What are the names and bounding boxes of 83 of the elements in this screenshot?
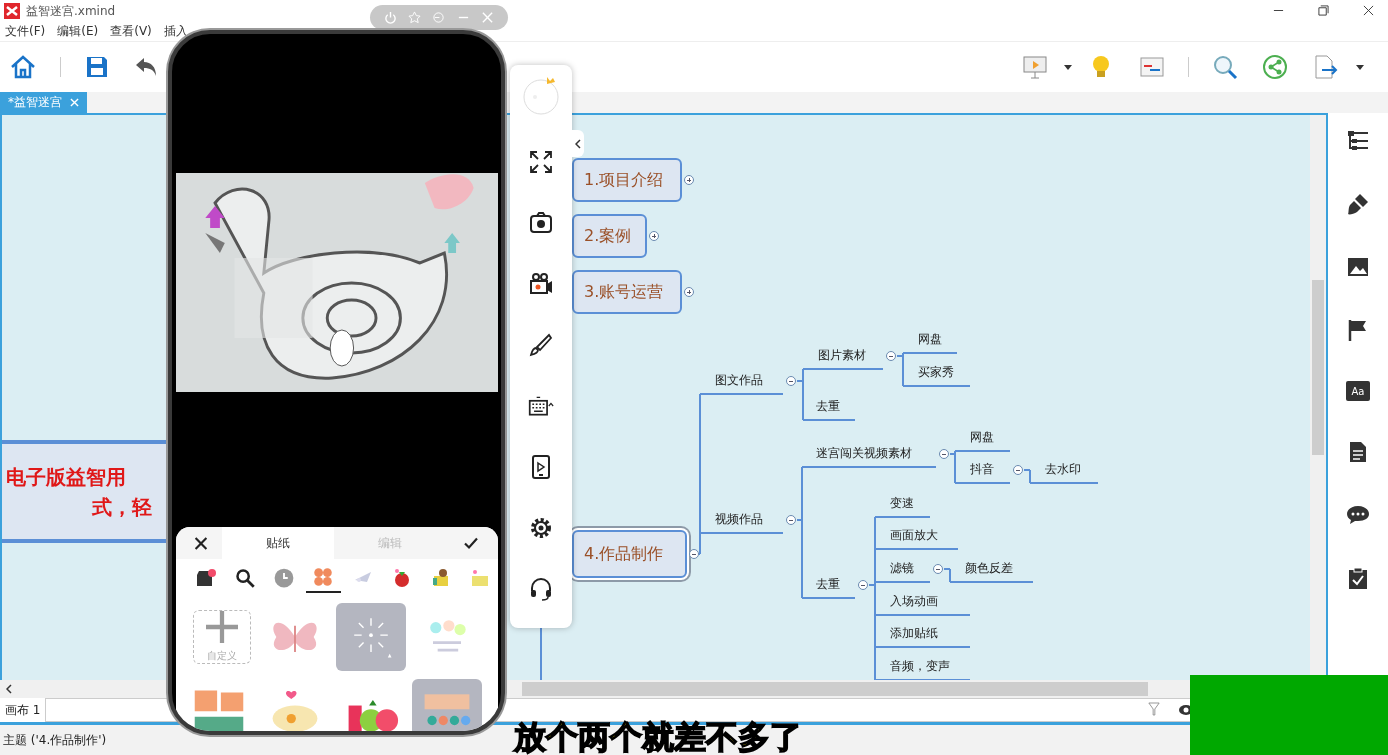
video-camera-icon[interactable] xyxy=(528,272,554,296)
collapse-icon[interactable] xyxy=(786,376,796,386)
expand-icon[interactable] xyxy=(649,231,659,241)
menu-item[interactable]: 编辑(E) xyxy=(57,23,99,40)
sticker-tile[interactable] xyxy=(412,679,482,731)
connector-line xyxy=(896,352,909,387)
subtopic[interactable]: 去水印 xyxy=(1035,458,1098,484)
connector-line xyxy=(1023,469,1036,484)
check-icon[interactable] xyxy=(464,536,478,550)
format-icon[interactable]: Aa xyxy=(1346,381,1370,401)
close-icon[interactable] xyxy=(194,536,208,550)
save-icon[interactable] xyxy=(84,54,110,80)
clock-icon xyxy=(274,568,295,588)
fullscreen-icon[interactable] xyxy=(528,150,554,174)
window-title: 益智迷宫.xmind xyxy=(26,2,116,20)
chevron-left-icon xyxy=(575,138,581,149)
collapse-button[interactable] xyxy=(572,130,584,157)
restore-icon[interactable] xyxy=(1318,5,1329,16)
subtopic[interactable]: 抖音 xyxy=(960,458,1010,484)
caret-icon[interactable] xyxy=(1064,65,1072,70)
subtopic[interactable]: 网盘 xyxy=(960,426,1010,452)
share-icon[interactable] xyxy=(1262,54,1288,80)
connector-line xyxy=(796,368,809,421)
subtopic[interactable]: 图片素材 xyxy=(808,344,883,370)
flower-icon xyxy=(313,567,334,587)
close-icon[interactable] xyxy=(1363,5,1374,16)
home-icon[interactable] xyxy=(10,54,36,80)
camera-icon[interactable] xyxy=(528,211,554,235)
expand-icon[interactable] xyxy=(684,287,694,297)
subtopic[interactable]: 迷宫闯关视频素材 xyxy=(806,442,936,468)
collapse-icon[interactable] xyxy=(689,549,699,559)
subtopic[interactable]: 添加贴纸 xyxy=(880,622,970,648)
collapse-icon[interactable] xyxy=(1013,465,1023,475)
headset-icon[interactable] xyxy=(528,577,554,601)
star-icon[interactable] xyxy=(408,11,422,24)
keyboard-icon[interactable] xyxy=(528,394,554,418)
menu-item[interactable]: 文件(F) xyxy=(5,23,46,40)
subtopic[interactable]: 去重 xyxy=(806,395,855,421)
collapse-icon[interactable] xyxy=(786,515,796,525)
main-topic[interactable]: 3.账号运营 xyxy=(572,270,682,314)
panel-tab[interactable]: 贴纸 xyxy=(222,527,334,559)
subtopic[interactable]: 视频作品 xyxy=(705,508,783,534)
connector-line xyxy=(943,568,956,583)
subtopic[interactable]: 图文作品 xyxy=(705,369,783,395)
brush-icon[interactable] xyxy=(1346,192,1370,216)
collapse-icon[interactable] xyxy=(886,351,896,361)
expand-icon[interactable] xyxy=(684,175,694,185)
subtopic[interactable]: 买家秀 xyxy=(908,361,970,387)
caret-icon[interactable] xyxy=(1356,65,1364,70)
subtitle-caption: 放个两个就差不多了 xyxy=(514,718,802,755)
topic-text: 式，轻 xyxy=(91,494,153,521)
topic-text: 电子版益智用 xyxy=(5,464,127,491)
app-logo-icon xyxy=(4,3,20,19)
outline-icon[interactable] xyxy=(1346,129,1370,153)
comment-icon[interactable] xyxy=(1346,503,1370,527)
subtopic[interactable]: 变速 xyxy=(880,492,930,518)
menu-item[interactable]: 查看(V) xyxy=(110,23,152,40)
store-icon xyxy=(195,568,216,588)
subtopic[interactable]: 网盘 xyxy=(908,328,957,354)
connector-line xyxy=(949,450,961,484)
subtopic[interactable]: 去重 xyxy=(806,573,855,599)
collapse-icon[interactable] xyxy=(939,449,949,459)
topic[interactable]: 电子版益智用 式，轻 xyxy=(2,440,168,543)
search-icon xyxy=(234,568,255,588)
main-topic[interactable]: 1.项目介绍 xyxy=(572,158,682,202)
custom-label: 自定义 xyxy=(207,649,237,663)
subtopic[interactable]: 画面放大 xyxy=(880,524,958,550)
search-icon[interactable] xyxy=(1212,54,1238,80)
collapse-icon[interactable] xyxy=(933,564,943,574)
settings-icon[interactable] xyxy=(528,516,554,540)
image-icon[interactable] xyxy=(1346,255,1370,279)
subtopic[interactable]: 滤镜 xyxy=(880,557,930,583)
status-text: 主题 ('4.作品制作') xyxy=(3,731,107,749)
collapse-icon[interactable] xyxy=(858,580,868,590)
clipboard-check-icon[interactable] xyxy=(1346,566,1370,590)
export-icon[interactable] xyxy=(1312,54,1338,80)
main-topic[interactable]: 2.案例 xyxy=(572,214,647,258)
layout-icon[interactable] xyxy=(1139,54,1165,80)
subtopic[interactable]: 入场动画 xyxy=(880,590,970,616)
subtopic[interactable]: 颜色反差 xyxy=(955,557,1033,583)
brush-icon[interactable] xyxy=(528,333,554,357)
scroll-left-icon[interactable] xyxy=(6,684,12,694)
sticker-tile[interactable] xyxy=(336,603,406,671)
